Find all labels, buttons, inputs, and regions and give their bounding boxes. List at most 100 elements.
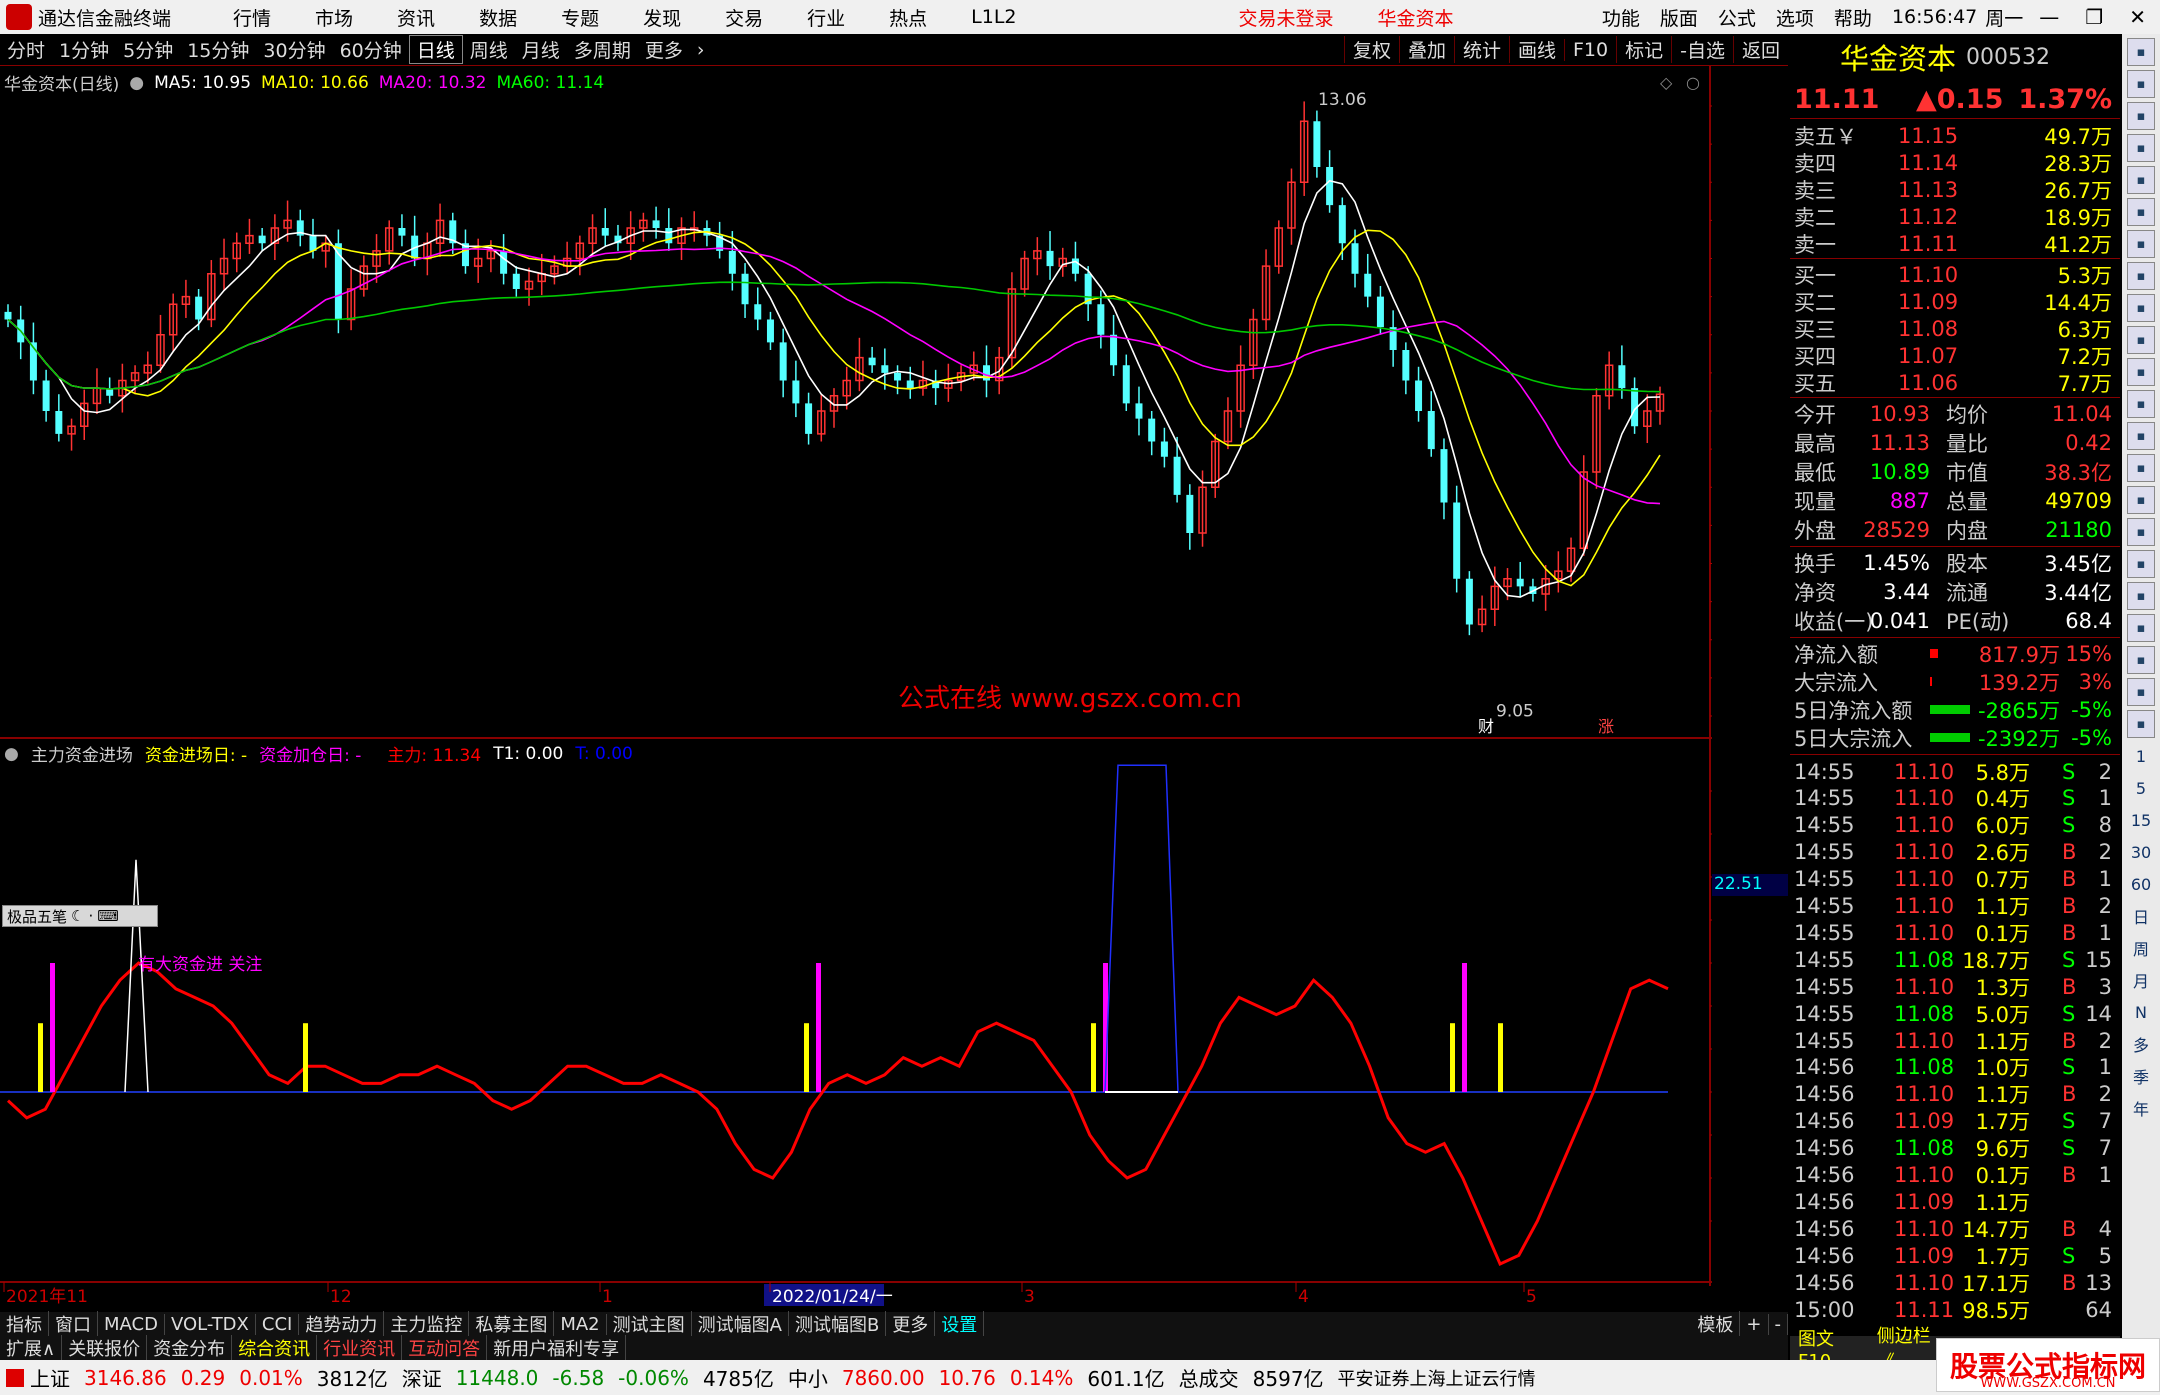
doc-icon[interactable]: ▪	[2127, 390, 2155, 418]
close-icon[interactable]: ✕	[2129, 5, 2146, 29]
kline-chart[interactable]: 13.0012.7512.5012.2512.0011.7511.5011.25…	[0, 66, 1712, 1312]
period-tab[interactable]: 多周期	[567, 36, 638, 63]
toolbar-button[interactable]: 画线	[1508, 36, 1564, 63]
menu-item[interactable]: 热点	[889, 4, 927, 31]
period-30-button[interactable]: 30	[2127, 838, 2155, 866]
indicator-tab[interactable]: 测试幅图A	[692, 1311, 789, 1337]
toolbar-button[interactable]: 返回	[1732, 36, 1788, 63]
period-tab[interactable]: 1分钟	[52, 36, 116, 63]
pen-icon[interactable]: ▪	[2127, 646, 2155, 674]
info-tab[interactable]: 新用户福利专享	[487, 1335, 627, 1361]
period-button[interactable]: 日	[2127, 902, 2155, 930]
grid-icon[interactable]: ▪	[2127, 294, 2155, 322]
period-button[interactable]: 年	[2127, 1094, 2155, 1122]
period-tab[interactable]: 30分钟	[256, 36, 332, 63]
moon-icon[interactable]: ☾	[71, 907, 84, 925]
period-tab[interactable]: 周线	[463, 36, 515, 63]
period-15-button[interactable]: 15	[2127, 806, 2155, 834]
menu-item-help[interactable]: 帮助	[1834, 4, 1872, 31]
indicator-tab[interactable]: 私募主图	[469, 1311, 555, 1337]
sz-label[interactable]: 深证	[402, 1363, 442, 1392]
period-tab[interactable]: 分时	[0, 36, 52, 63]
indicator-tab[interactable]: 主力监控	[384, 1311, 470, 1337]
sh-label[interactable]: 上证	[30, 1363, 70, 1392]
fs-icon[interactable]: ▪	[2127, 678, 2155, 706]
table-icon[interactable]: ▪	[2127, 166, 2155, 194]
minimize-icon[interactable]: —	[2039, 5, 2059, 29]
indicator-tab[interactable]: 测试幅图B	[789, 1311, 887, 1337]
indicator-tab[interactable]: CCI	[256, 1313, 300, 1335]
period-button[interactable]: N	[2127, 998, 2155, 1026]
login-status[interactable]: 交易未登录	[1239, 4, 1334, 31]
info-tab[interactable]: 综合资讯	[232, 1335, 318, 1361]
period-button[interactable]: 多	[2127, 1030, 2155, 1058]
list-icon[interactable]: ▪	[2127, 198, 2155, 226]
period-tab[interactable]: 60分钟	[333, 36, 409, 63]
indicator-tab[interactable]: 窗口	[49, 1311, 98, 1337]
f10-icon[interactable]: ▪	[2127, 326, 2155, 354]
chart-icon[interactable]: ▪	[2127, 134, 2155, 162]
period-button[interactable]: 季	[2127, 1062, 2155, 1090]
toolbar-button[interactable]: 叠加	[1398, 36, 1454, 63]
chevron-right-icon[interactable]: ›	[690, 39, 712, 61]
up-arrow-icon[interactable]: ▪	[2127, 38, 2155, 66]
restore-icon[interactable]: ❐	[2085, 5, 2103, 29]
pin-icon[interactable]: ▪	[2127, 358, 2155, 386]
indicator-tab[interactable]: MACD	[98, 1313, 165, 1335]
page-icon[interactable]: ▪	[2127, 422, 2155, 450]
tabbar-right-button[interactable]: +	[1740, 1313, 1769, 1335]
indicator-tab[interactable]: 趋势动力	[299, 1311, 385, 1337]
tabbar-right-button[interactable]: -	[1769, 1313, 1788, 1335]
zx-label[interactable]: 中小	[788, 1363, 828, 1392]
period-button[interactable]: 周	[2127, 934, 2155, 962]
period-tab[interactable]: 15分钟	[180, 36, 256, 63]
ime-toolbar[interactable]: 极品五笔 ☾ · ⌨	[2, 905, 158, 927]
menu-item-layout[interactable]: 版面	[1660, 4, 1698, 31]
menu-item[interactable]: 行业	[807, 4, 845, 31]
period-tab-more[interactable]: 更多	[638, 36, 690, 63]
menu-item[interactable]: 行情	[233, 4, 271, 31]
period-5-button[interactable]: 5	[2127, 774, 2155, 802]
period-60-button[interactable]: 60	[2127, 870, 2155, 898]
info-tab[interactable]: 扩展∧	[0, 1335, 63, 1361]
menu-item-function[interactable]: 功能	[1602, 4, 1640, 31]
info-tab[interactable]: 资金分布	[147, 1335, 233, 1361]
period-button[interactable]: 月	[2127, 966, 2155, 994]
period-tab[interactable]: 月线	[515, 36, 567, 63]
up-icon[interactable]: ▪	[2127, 70, 2155, 98]
settings-icon[interactable]: ●	[129, 73, 144, 93]
toolbar-button[interactable]: F10	[1564, 38, 1616, 61]
menu-item-formula[interactable]: 公式	[1718, 4, 1756, 31]
period-tab[interactable]: 5分钟	[116, 36, 180, 63]
toolbar-button[interactable]: 标记	[1616, 36, 1671, 63]
target-icon[interactable]: ▪	[2127, 486, 2155, 514]
menu-item[interactable]: 资讯	[397, 4, 435, 31]
menu-item[interactable]: L1L2	[971, 6, 1016, 28]
indicator-tab[interactable]: MA2	[554, 1313, 607, 1335]
toolbar-button[interactable]: 复权	[1343, 36, 1399, 63]
move-icon[interactable]: ▪	[2127, 614, 2155, 642]
eye-icon[interactable]: ▪	[2127, 550, 2155, 578]
menu-item[interactable]: 交易	[725, 4, 763, 31]
indicator-tab[interactable]: 设置	[935, 1311, 985, 1337]
candle-icon[interactable]: ▪	[2127, 262, 2155, 290]
period-1-button[interactable]: 1	[2127, 742, 2155, 770]
period-tab-daily[interactable]: 日线	[408, 35, 463, 64]
f2-icon[interactable]: ▪	[2127, 454, 2155, 482]
rsi-icon[interactable]: ▪	[2127, 582, 2155, 610]
tabbar-right-button[interactable]: 模板	[1691, 1311, 1741, 1337]
trend-icon[interactable]: ▪	[2127, 230, 2155, 258]
info-tab[interactable]: 关联报价	[62, 1335, 148, 1361]
menu-item-options[interactable]: 选项	[1776, 4, 1814, 31]
settings-icon[interactable]: ●	[4, 744, 19, 764]
info-tab[interactable]: 互动问答	[402, 1335, 488, 1361]
broker-name[interactable]: 华金资本	[1378, 4, 1454, 31]
indicator-tab[interactable]: VOL-TDX	[165, 1313, 256, 1335]
toolbar-button[interactable]: -自选	[1671, 36, 1733, 63]
indicator-tab[interactable]: 更多	[886, 1311, 936, 1337]
toolbar-button[interactable]: 统计	[1453, 36, 1509, 63]
punct-icon[interactable]: ·	[88, 907, 93, 925]
indicator-tab[interactable]: 指标	[0, 1311, 49, 1337]
indicator-tab[interactable]: 测试主图	[607, 1311, 692, 1337]
filter-icon[interactable]: ▪	[2127, 710, 2155, 738]
